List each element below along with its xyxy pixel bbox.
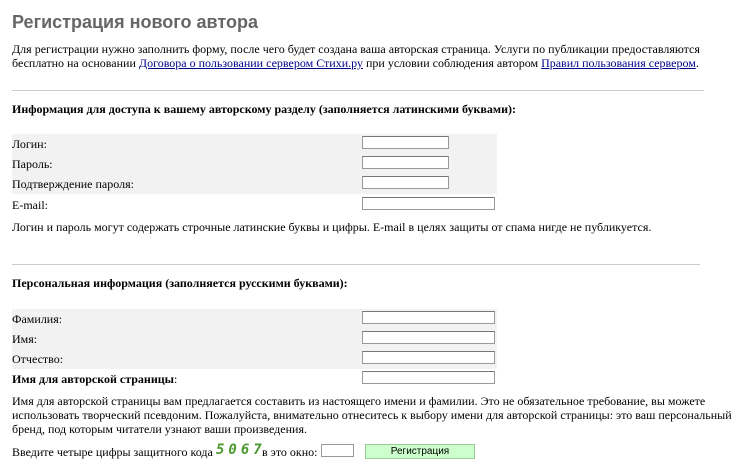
captcha-code-image: 5067 bbox=[216, 442, 266, 458]
captcha-prompt-after: в это окно: bbox=[262, 445, 318, 459]
login-row: Логин: bbox=[12, 134, 497, 154]
firstname-input[interactable] bbox=[362, 331, 495, 344]
password-confirm-input[interactable] bbox=[362, 176, 449, 189]
firstname-row: Имя: bbox=[12, 329, 497, 349]
author-name-label-colon: : bbox=[174, 372, 178, 386]
author-name-label-text: Имя для авторской страницы bbox=[12, 372, 175, 386]
password-confirm-row: Подтверждение пароля: bbox=[12, 174, 497, 194]
email-input[interactable] bbox=[362, 197, 495, 210]
intro-text: Для регистрации нужно заполнить форму, п… bbox=[12, 42, 737, 70]
email-row: E-mail: bbox=[12, 195, 497, 215]
captcha-prompt-before: Введите четыре цифры защитного кода bbox=[12, 445, 213, 459]
login-label: Логин: bbox=[12, 137, 47, 151]
email-label: E-mail: bbox=[12, 198, 48, 212]
password-label: Пароль: bbox=[12, 157, 53, 171]
access-section-heading: Информация для доступа к вашему авторско… bbox=[12, 102, 516, 116]
author-name-input[interactable] bbox=[362, 371, 495, 384]
surname-row: Фамилия: bbox=[12, 309, 497, 329]
author-name-note: Имя для авторской страницы вам предлагае… bbox=[12, 394, 732, 436]
firstname-label: Имя: bbox=[12, 332, 38, 346]
patronymic-label: Отчество: bbox=[12, 352, 64, 366]
patronymic-input[interactable] bbox=[362, 351, 495, 364]
register-button[interactable]: Регистрация bbox=[365, 444, 475, 459]
author-name-label: Имя для авторской страницы: bbox=[12, 372, 177, 387]
personal-section-heading: Персональная информация (заполняется рус… bbox=[12, 276, 348, 290]
section-divider bbox=[12, 90, 704, 91]
login-input[interactable] bbox=[362, 136, 449, 149]
server-rules-link[interactable]: Правил пользования сервером bbox=[541, 56, 696, 70]
surname-input[interactable] bbox=[362, 311, 495, 324]
access-note: Логин и пароль могут содержать строчные … bbox=[12, 220, 652, 234]
intro-text-part: . bbox=[695, 56, 699, 70]
author-name-row: Имя для авторской страницы: bbox=[12, 369, 497, 389]
captcha-line: Введите четыре цифры защитного кода 5067… bbox=[12, 442, 712, 462]
patronymic-row: Отчество: bbox=[12, 349, 497, 369]
password-confirm-label: Подтверждение пароля: bbox=[12, 177, 134, 191]
surname-label: Фамилия: bbox=[12, 312, 63, 326]
intro-text-part: при условии соблюдения автором bbox=[362, 56, 542, 70]
captcha-input[interactable] bbox=[321, 444, 354, 457]
user-agreement-link[interactable]: Договора о пользовании сервером Стихи.ру bbox=[139, 56, 363, 70]
password-input[interactable] bbox=[362, 156, 449, 169]
password-row: Пароль: bbox=[12, 154, 497, 174]
page-title: Регистрация нового автора bbox=[12, 12, 258, 32]
section-divider bbox=[12, 264, 700, 265]
